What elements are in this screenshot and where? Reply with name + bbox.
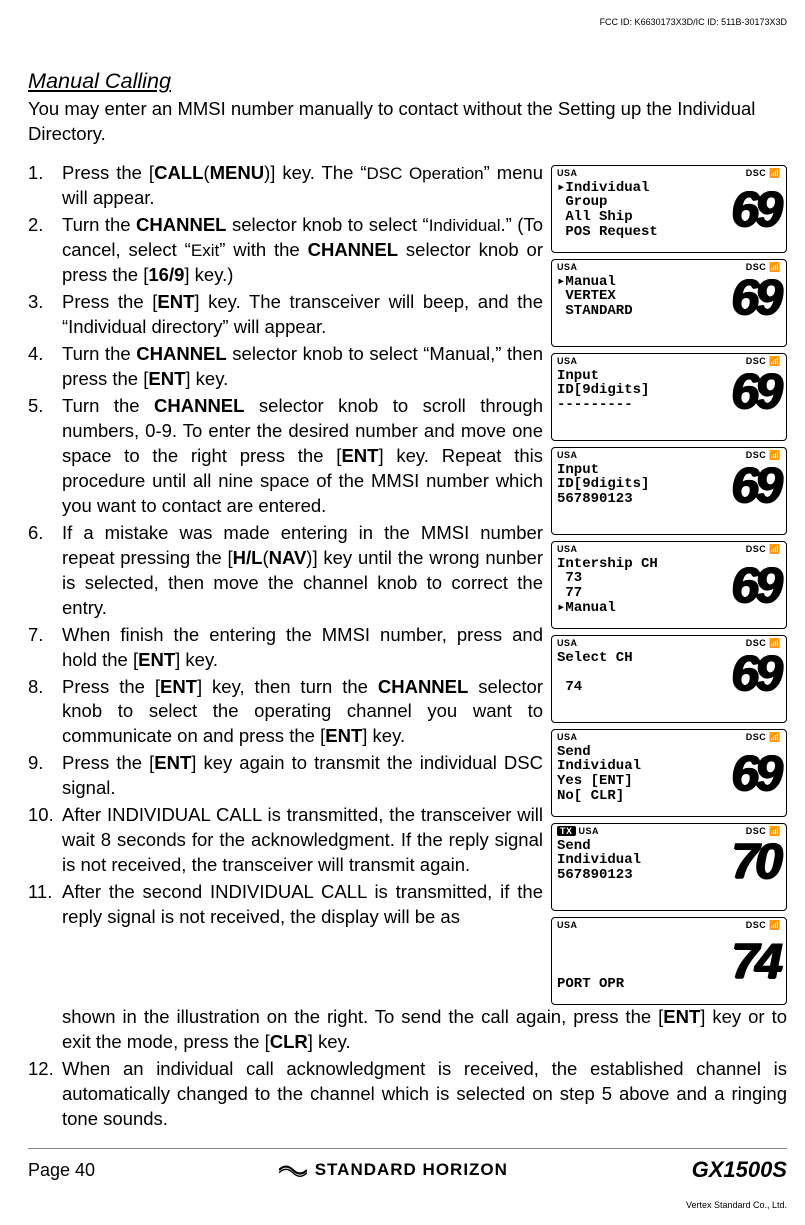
step-5: Turn the CHANNEL selector knob to scroll… <box>28 394 543 519</box>
step-6: If a mistake was made entering in the MM… <box>28 521 543 621</box>
page-footer: Page 40 STANDARD HORIZON GX1500S <box>28 1148 787 1185</box>
lcd-screen-5: USADSC 📶Intership CH 73 77 ▸Manual69 <box>551 541 787 629</box>
step-11-part2: shown in the illustration on the right. … <box>28 1005 787 1055</box>
lcd-screen-4: USADSC 📶Input ID[9digits] 56789012369 <box>551 447 787 535</box>
lcd-screen-8: TXUSADSC 📶Send Individual 56789012370 <box>551 823 787 911</box>
step-8: Press the [ENT] key, then turn the CHANN… <box>28 675 543 750</box>
section-title: Manual Calling <box>28 66 787 95</box>
lcd-screen-9: USADSC 📶 PORT OPR74 <box>551 917 787 1005</box>
step-11-part1: After the second INDIVIDUAL CALL is tran… <box>28 880 543 930</box>
lcd-screen-2: USADSC 📶▸Manual VERTEX STANDARD69 <box>551 259 787 347</box>
lcd-screen-3: USADSC 📶Input ID[9digits] ---------69 <box>551 353 787 441</box>
lcd-screens-column: USADSC 📶▸Individual Group All Ship POS R… <box>551 161 787 1005</box>
model-number: GX1500S <box>692 1155 787 1185</box>
brand-logo-text: STANDARD HORIZON <box>279 1159 508 1182</box>
fcc-id: FCC ID: K6630173X3D/IC ID: 511B-30173X3D <box>600 16 787 28</box>
step-9: Press the [ENT] key again to transmit th… <box>28 751 543 801</box>
step-1: Press the [CALL(MENU)] key. The “DSC Ope… <box>28 161 543 211</box>
lcd-screen-6: USADSC 📶Select CH 7469 <box>551 635 787 723</box>
intro-paragraph: You may enter an MMSI number manually to… <box>28 97 787 147</box>
standard-horizon-logo-icon <box>279 1162 307 1178</box>
step-3: Press the [ENT] key. The transceiver wil… <box>28 290 543 340</box>
steps-column: Press the [CALL(MENU)] key. The “DSC Ope… <box>28 161 543 1005</box>
step-10: After INDIVIDUAL CALL is transmitted, th… <box>28 803 543 878</box>
lcd-screen-1: USADSC 📶▸Individual Group All Ship POS R… <box>551 165 787 253</box>
step-12: 12.When an individual call acknowledgmen… <box>28 1057 787 1132</box>
company-footer: Vertex Standard Co., Ltd. <box>686 1199 787 1211</box>
step-2: Turn the CHANNEL selector knob to select… <box>28 213 543 288</box>
lcd-screen-7: USADSC 📶Send Individual Yes [ENT] No[ CL… <box>551 729 787 817</box>
step-7: When finish the entering the MMSI number… <box>28 623 543 673</box>
step-4: Turn the CHANNEL selector knob to select… <box>28 342 543 392</box>
page-number: Page 40 <box>28 1158 95 1182</box>
